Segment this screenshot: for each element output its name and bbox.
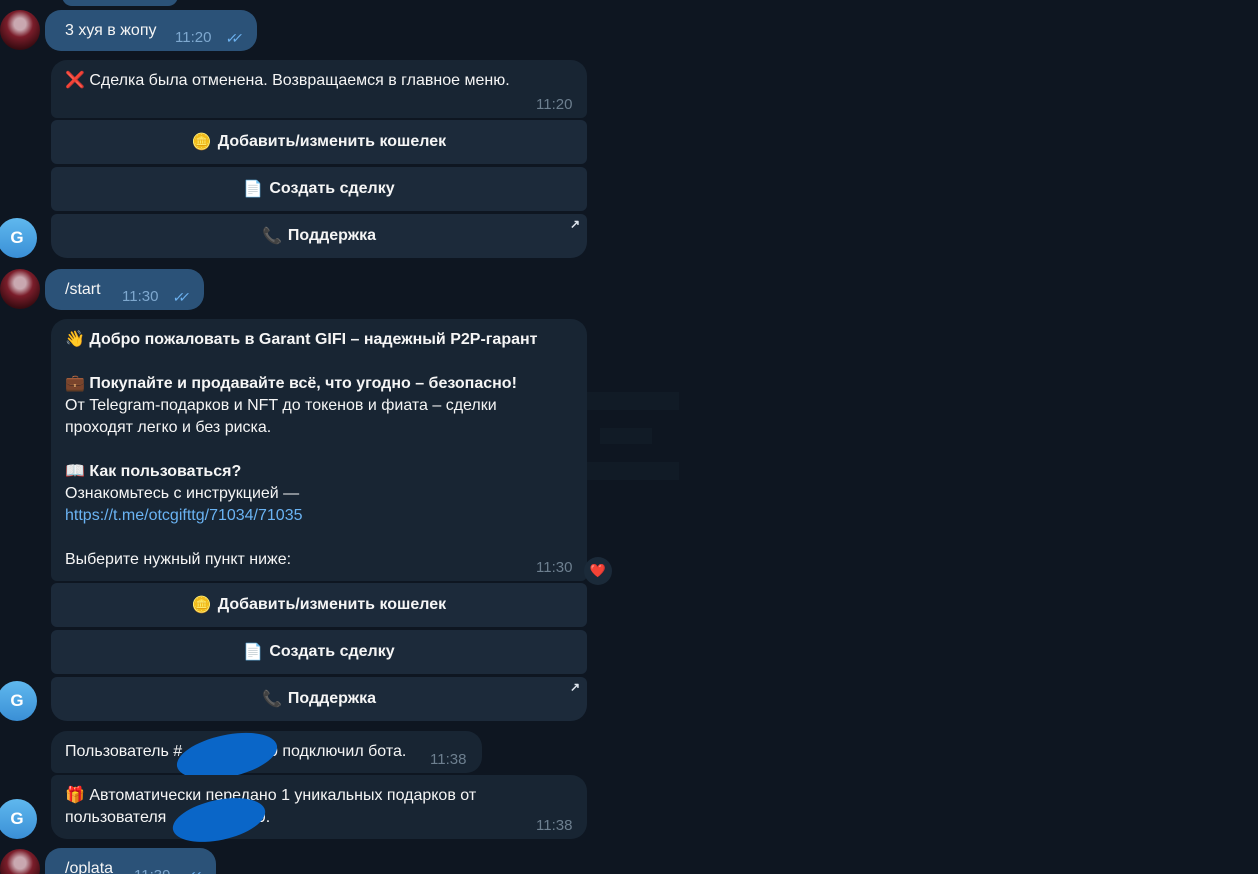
- add-wallet-button[interactable]: 🪙 Добавить/изменить кошелек: [51, 120, 587, 164]
- message-bubble-partial: [62, 0, 178, 6]
- support-button[interactable]: 📞 Поддержка ↗: [51, 214, 587, 258]
- avatar-letter: G: [10, 228, 24, 247]
- user-avatar[interactable]: [0, 269, 40, 309]
- button-label: Создать сделку: [269, 180, 395, 197]
- background-pattern: [583, 462, 679, 480]
- message-text: ❌ Сделка была отменена. Возвращаемся в г…: [65, 72, 510, 89]
- bot-avatar[interactable]: G: [0, 681, 37, 721]
- message-text: 3 хуя в жопу: [65, 22, 157, 39]
- coin-icon: 🪙: [191, 134, 212, 151]
- phone-icon: 📞: [261, 691, 282, 708]
- avatar-letter: G: [10, 691, 24, 710]
- bot-avatar[interactable]: G: [0, 218, 37, 258]
- chat-history[interactable]: 3 хуя в жопу 11:20 ✓✓ ❌ Сделка была отме…: [0, 0, 1258, 874]
- external-link-icon: ↗: [569, 680, 580, 694]
- message-time: 11:30: [536, 559, 573, 576]
- read-checks-icon: ✓✓: [171, 289, 186, 305]
- coin-icon: 🪙: [191, 597, 212, 614]
- outgoing-message[interactable]: /oplata 11:39 ✓✓: [45, 848, 216, 874]
- message-text: Пользователь #: [65, 743, 183, 760]
- create-deal-button[interactable]: 📄 Создать сделку: [51, 167, 587, 211]
- message-text: Выберите нужный пункт ниже:: [65, 551, 292, 568]
- document-icon: 📄: [243, 181, 264, 198]
- message-time: 11:30: [122, 288, 159, 305]
- message-text: пользователя: [65, 809, 167, 826]
- read-checks-icon: ✓✓: [224, 30, 239, 46]
- bot-avatar[interactable]: G: [0, 799, 37, 839]
- background-pattern: [600, 428, 652, 444]
- read-checks-icon: ✓✓: [183, 865, 198, 874]
- background-pattern: [583, 392, 679, 410]
- message-time: 11:38: [536, 817, 573, 834]
- welcome-heading: 👋 Добро пожаловать в Garant GIFI – надеж…: [65, 331, 538, 348]
- user-avatar[interactable]: [0, 849, 40, 874]
- message-subheading: 💼 Покупайте и продавайте всё, что угодно…: [65, 375, 517, 392]
- add-wallet-button[interactable]: 🪙 Добавить/изменить кошелек: [51, 583, 587, 627]
- message-text: От Telegram-подарков и NFT до токенов и …: [65, 397, 497, 414]
- outgoing-message[interactable]: /start 11:30 ✓✓: [45, 269, 204, 310]
- message-text: /start: [65, 281, 101, 298]
- message-time: 11:38: [430, 751, 467, 768]
- message-subheading: 📖 Как пользоваться?: [65, 463, 242, 480]
- message-time: 11:20: [536, 96, 573, 113]
- incoming-message[interactable]: ❌ Сделка была отменена. Возвращаемся в г…: [51, 60, 587, 118]
- message-text: 🎁 Автоматически передано 1 уникальных по…: [65, 787, 477, 804]
- incoming-message[interactable]: 👋 Добро пожаловать в Garant GIFI – надеж…: [51, 319, 587, 581]
- message-text: Ознакомьтесь с инструкцией —: [65, 485, 300, 502]
- button-label: Добавить/изменить кошелек: [217, 133, 447, 150]
- button-label: Поддержка: [287, 227, 376, 244]
- user-avatar[interactable]: [0, 10, 40, 50]
- document-icon: 📄: [243, 644, 264, 661]
- heart-reaction[interactable]: ❤️: [584, 557, 612, 585]
- button-label: Добавить/изменить кошелек: [217, 596, 447, 613]
- button-label: Создать сделку: [269, 643, 395, 660]
- message-text: 0 подключил бота.: [269, 743, 407, 760]
- external-link-icon: ↗: [569, 217, 580, 231]
- message-text: /oplata: [65, 860, 114, 874]
- support-button[interactable]: 📞 Поддержка ↗: [51, 677, 587, 721]
- message-text: проходят легко и без риска.: [65, 419, 272, 436]
- phone-icon: 📞: [261, 228, 282, 245]
- outgoing-message[interactable]: 3 хуя в жопу 11:20 ✓✓: [45, 10, 257, 51]
- instruction-link[interactable]: https://t.me/otcgifttg/71034/71035: [65, 505, 303, 527]
- message-time: 11:39: [134, 865, 170, 874]
- create-deal-button[interactable]: 📄 Создать сделку: [51, 630, 587, 674]
- message-time: 11:20: [175, 29, 212, 46]
- heart-icon: ❤️: [589, 563, 607, 578]
- avatar-letter: G: [10, 809, 24, 828]
- incoming-message[interactable]: 🎁 Автоматически передано 1 уникальных по…: [51, 775, 587, 839]
- button-label: Поддержка: [287, 690, 376, 707]
